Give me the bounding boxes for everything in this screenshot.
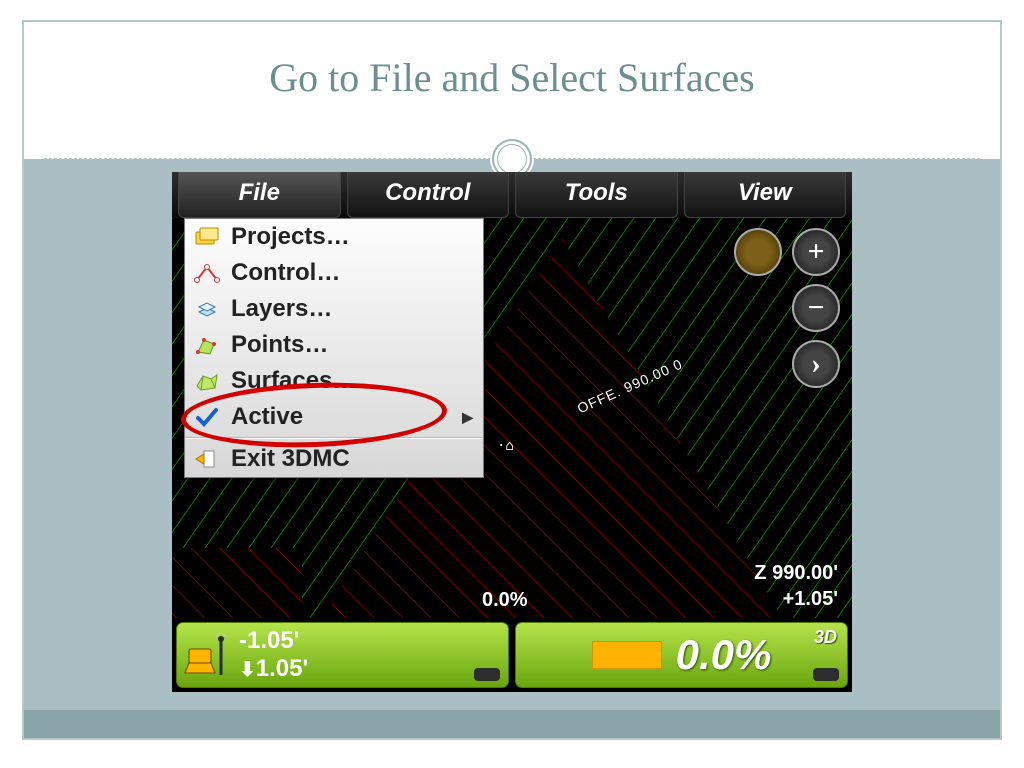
slide-title-area: Go to File and Select Surfaces [24,22,1000,159]
delta-value: +1.05' [754,586,838,612]
center-percent-label: 0.0% [482,589,528,612]
right-info: Z 990.00' +1.05' [754,560,838,612]
machine-icon-button[interactable] [734,228,782,276]
slide-footer-bar [24,710,1000,738]
menu-item-surfaces[interactable]: Surfaces… [185,363,483,399]
menu-item-exit[interactable]: Exit 3DMC [185,441,483,477]
down-arrow-icon: ⬇ [239,659,256,681]
panel-left-toggle[interactable] [474,668,500,681]
mode-3d-label: 3D [814,627,837,648]
points-icon [193,333,221,357]
menu-view[interactable]: View [684,172,847,218]
menu-item-layers-label: Layers… [231,295,332,323]
menu-item-points[interactable]: Points… [185,327,483,363]
panel-right-toggle[interactable] [813,668,839,681]
status-left-top: -1.05' [239,627,308,655]
exit-icon [193,447,221,471]
menu-item-projects-label: Projects… [231,223,350,251]
menu-item-exit-label: Exit 3DMC [231,445,350,473]
menu-item-projects[interactable]: Projects… [185,219,483,255]
file-dropdown: Projects… Control… Layers… Points… [184,218,484,478]
slide-frame: Go to File and Select Surfaces File Cont… [22,20,1002,740]
status-level-bar [592,641,662,669]
status-bar: -1.05' ⬇1.05' 0.0% 3D [172,618,852,692]
layers-icon [193,297,221,321]
status-panel-right[interactable]: 0.0% 3D [515,622,848,688]
menu-item-control-label: Control… [231,259,340,287]
canvas-marker: ·⌂ [497,438,514,454]
plus-icon: + [807,237,824,267]
dropdown-separator [185,437,483,439]
menubar: File Control Tools View [172,172,852,218]
menu-item-active-label: Active [231,403,303,431]
next-button[interactable]: › [792,340,840,388]
menu-item-control[interactable]: Control… [185,255,483,291]
machine-status-icon [177,623,239,687]
chevron-right-icon: › [811,349,821,379]
control-icon [193,261,221,285]
zoom-in-button[interactable]: + [792,228,840,276]
surfaces-icon [193,369,221,393]
menu-item-layers[interactable]: Layers… [185,291,483,327]
minus-icon: − [807,293,824,323]
status-right-value: 0.0% [676,631,772,679]
side-buttons: + − › [730,228,840,388]
check-icon [193,405,221,429]
menu-file[interactable]: File [178,172,341,218]
menu-item-points-label: Points… [231,331,328,359]
status-left-values: -1.05' ⬇1.05' [239,627,308,682]
device-screenshot: File Control Tools View [172,172,852,692]
zoom-out-button[interactable]: − [792,284,840,332]
z-value: Z 990.00' [754,560,838,586]
status-left-bottom: 1.05' [256,655,308,682]
menu-item-active[interactable]: Active ▶ [185,399,483,435]
menu-control[interactable]: Control [347,172,510,218]
submenu-arrow-icon: ▶ [462,409,473,426]
slide-title: Go to File and Select Surfaces [24,22,1000,101]
menu-item-surfaces-label: Surfaces… [231,367,356,395]
folders-icon [193,225,221,249]
menu-tools[interactable]: Tools [515,172,678,218]
status-panel-left[interactable]: -1.05' ⬇1.05' [176,622,509,688]
